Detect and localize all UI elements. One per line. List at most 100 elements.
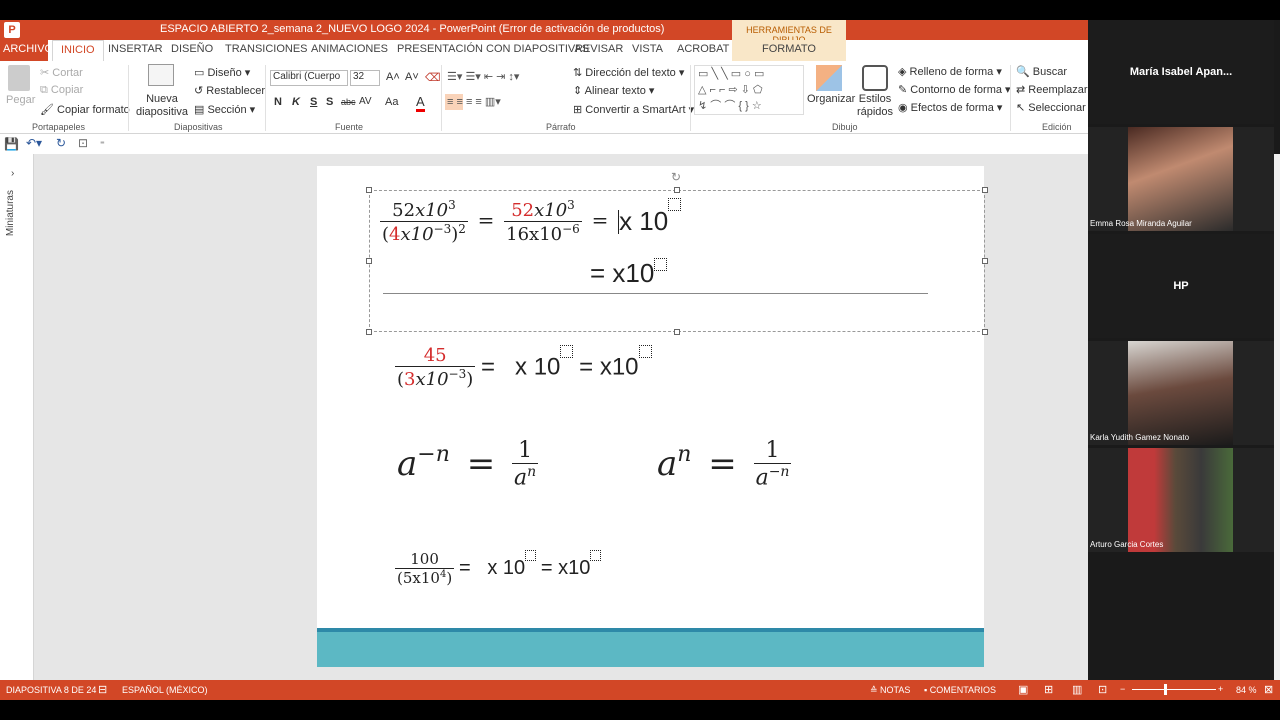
notes-button[interactable]: ≙ NOTAS	[870, 685, 910, 696]
tab-transiciones[interactable]: TRANSICIONES	[225, 43, 308, 55]
redo-icon[interactable]: ↻	[56, 136, 66, 150]
equation-negative-exponent[interactable]: a−n = 1 an	[397, 438, 539, 490]
zoom-in-icon[interactable]: +	[1218, 684, 1223, 694]
resize-handle[interactable]	[674, 187, 680, 193]
strikethrough-button[interactable]: abc	[341, 97, 356, 107]
resize-handle[interactable]	[674, 329, 680, 335]
font-color-button[interactable]: A	[416, 94, 425, 112]
quick-styles-button[interactable]: Estilos rápidos	[854, 93, 896, 119]
resize-handle[interactable]	[366, 258, 372, 264]
participant-tile[interactable]: María Isabel Apan...	[1088, 20, 1274, 124]
zoom-slider-thumb[interactable]	[1164, 684, 1167, 695]
resize-handle[interactable]	[982, 258, 988, 264]
participant-tile[interactable]: Arturo Garcia Cortes	[1088, 448, 1274, 552]
char-spacing-button[interactable]: AV	[359, 96, 372, 107]
shrink-font-icon[interactable]: A˅	[405, 71, 419, 83]
cut-button[interactable]: ✂ Cortar	[40, 66, 83, 79]
tab-insertar[interactable]: INSERTAR	[108, 43, 163, 55]
slideshow-icon[interactable]: ⊡	[1098, 683, 1107, 696]
participant-tile[interactable]: Emma Rosa Miranda Aguilar	[1088, 127, 1274, 231]
exponent-placeholder[interactable]	[638, 345, 652, 358]
select-button[interactable]: ↖ Seleccionar ▾	[1016, 101, 1094, 114]
equation-2[interactable]: 45 (3x10−3) = x 10 = x10	[395, 345, 652, 390]
exponent-placeholder[interactable]	[654, 258, 668, 271]
shape-effects-button[interactable]: ◉ Efectos de forma ▾	[898, 101, 1002, 114]
tab-animaciones[interactable]: ANIMACIONES	[311, 43, 388, 55]
expand-thumbnails-icon[interactable]: ›	[11, 168, 14, 179]
align-icons[interactable]: ≡ ≡ ≡ ≡ ▥▾	[447, 95, 501, 108]
text-direction-button[interactable]: ⇅ Dirección del texto ▾	[573, 66, 684, 79]
equation-positive-exponent[interactable]: an = 1 a−n	[657, 438, 792, 490]
comments-button[interactable]: ▪ COMENTARIOS	[924, 685, 996, 695]
find-button[interactable]: 🔍 Buscar	[1016, 65, 1067, 78]
spellcheck-icon[interactable]: ⊟	[98, 683, 107, 696]
equation-1[interactable]: 52x103 (4x10−3)2 = 52x103 16x10−6 = x 10	[380, 198, 682, 245]
paste-icon[interactable]	[8, 65, 30, 91]
zoom-slider-track[interactable]	[1132, 689, 1216, 690]
undo-icon[interactable]: ↶▾	[26, 136, 42, 150]
slide-sorter-icon[interactable]: ⊞	[1044, 683, 1053, 696]
smartart-button[interactable]: ⊞ Convertir a SmartArt ▾	[573, 103, 694, 116]
reset-button[interactable]: ↺ Restablecer	[194, 84, 265, 97]
exponent-placeholder[interactable]	[525, 550, 537, 561]
arrange-icon[interactable]	[816, 65, 842, 91]
participant-tile[interactable]: HP	[1088, 234, 1274, 338]
vertical-scrollbar[interactable]	[1274, 154, 1280, 680]
italic-button[interactable]: K	[292, 96, 300, 108]
shape-outline-button[interactable]: ✎ Contorno de forma ▾	[898, 83, 1011, 96]
equation-1-continued[interactable]: = x10	[590, 258, 668, 289]
tab-diseno[interactable]: DISEÑO	[171, 43, 213, 55]
clear-format-icon[interactable]: ⌫	[425, 71, 441, 84]
tab-revisar[interactable]: REVISAR	[575, 43, 623, 55]
bold-button[interactable]: N	[274, 96, 282, 108]
align-text-button[interactable]: ⇕ Alinear texto ▾	[573, 84, 654, 97]
tab-formato[interactable]: FORMATO	[732, 40, 846, 61]
section-button[interactable]: ▤ Sección ▾	[194, 103, 255, 116]
exponent-placeholder[interactable]	[668, 198, 682, 211]
tab-vista[interactable]: VISTA	[632, 43, 663, 55]
fit-slide-icon[interactable]: ⊠	[1264, 683, 1273, 696]
resize-handle[interactable]	[982, 329, 988, 335]
layout-button[interactable]: ▭ Diseño ▾	[194, 66, 250, 79]
tab-archivo[interactable]: ARCHIVO	[0, 40, 53, 61]
language-indicator[interactable]: ESPAÑOL (MÉXICO)	[122, 685, 208, 695]
zoom-level[interactable]: 84 %	[1236, 685, 1257, 695]
underline-button[interactable]: S	[310, 96, 317, 108]
customize-qat-icon[interactable]: ₌	[100, 136, 105, 147]
change-case-button[interactable]: Aa	[385, 96, 398, 108]
zoom-out-icon[interactable]: −	[1120, 684, 1125, 694]
tab-presentacion[interactable]: PRESENTACIÓN CON DIAPOSITIVAS	[397, 43, 589, 55]
rotate-handle-icon[interactable]: ↻	[671, 170, 681, 184]
exponent-placeholder[interactable]	[560, 345, 574, 358]
resize-handle[interactable]	[366, 329, 372, 335]
format-painter-button[interactable]: 🖌 Copiar formato	[40, 103, 130, 116]
new-slide-icon[interactable]	[148, 64, 174, 86]
quick-styles-icon[interactable]	[862, 65, 888, 91]
shape-fill-button[interactable]: ◈ Relleno de forma ▾	[898, 65, 1002, 78]
bullets-icon[interactable]: ☰▾ ☰▾ ⇤ ⇥ ↕▾	[447, 70, 519, 83]
shapes-gallery[interactable]: ▭ ╲ ╲ ▭ ○ ▭ △ ⌐ ⌐ ⇨ ⇩ ⬠ ↯ ⌒ ⌒ { } ☆	[694, 65, 804, 115]
new-slide-button[interactable]: Nueva diapositiva	[134, 93, 190, 119]
replace-button[interactable]: ⇄ Reemplazar	[1016, 83, 1088, 96]
shadow-button[interactable]: S	[326, 96, 333, 108]
font-family-select[interactable]: Calibri (Cuerpo	[270, 70, 348, 86]
start-slideshow-icon[interactable]: ⊡	[78, 136, 88, 150]
tab-acrobat[interactable]: ACROBAT	[677, 43, 729, 55]
copy-button[interactable]: ⧉ Copiar	[40, 84, 83, 97]
powerpoint-icon[interactable]: P	[4, 22, 20, 38]
resize-handle[interactable]	[366, 187, 372, 193]
equation-5[interactable]: 100 (5x104) = x 10 = x10	[395, 550, 602, 587]
participant-tile[interactable]: Karla Yudith Gamez Nonato	[1088, 341, 1274, 445]
paste-button[interactable]: Pegar	[6, 94, 35, 106]
thumbnail-panel[interactable]: › Miniaturas	[0, 154, 34, 680]
tab-inicio[interactable]: INICIO	[52, 40, 104, 61]
grow-font-icon[interactable]: A˄	[386, 71, 400, 83]
arrange-button[interactable]: Organizar	[807, 93, 855, 105]
group-label-dibujo: Dibujo	[832, 122, 858, 132]
font-size-select[interactable]: 32	[350, 70, 380, 86]
save-icon[interactable]: 💾	[4, 137, 19, 151]
normal-view-icon[interactable]: ▣	[1018, 683, 1028, 696]
resize-handle[interactable]	[982, 187, 988, 193]
exponent-placeholder[interactable]	[590, 550, 602, 561]
reading-view-icon[interactable]: ▥	[1072, 683, 1082, 696]
